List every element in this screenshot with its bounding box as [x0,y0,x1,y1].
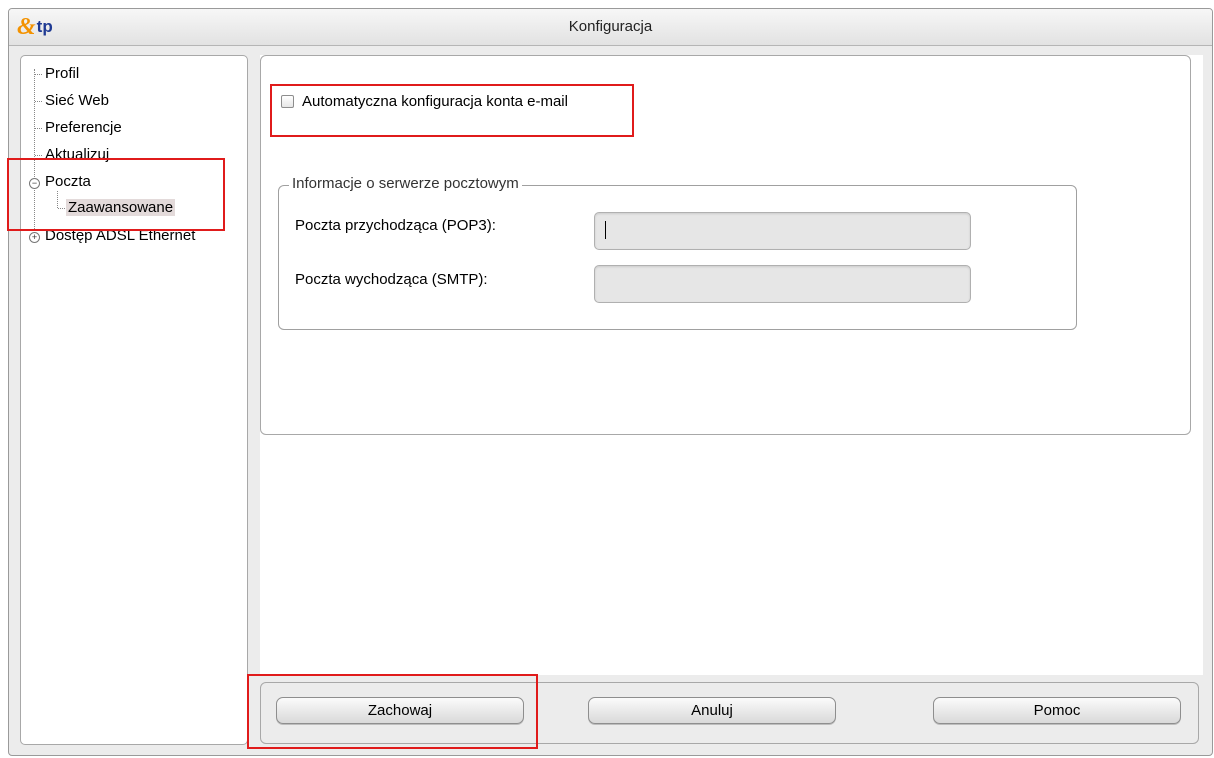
auto-config-label: Automatyczna konfiguracja konta e-mail [302,93,568,110]
main-content: Automatyczna konfiguracja konta e-mail I… [260,55,1203,675]
tree-connector [57,191,58,208]
tree-connector [58,208,65,209]
outgoing-server-field[interactable] [594,265,971,303]
sidebar-item-poczta[interactable]: Poczta [45,173,91,190]
sidebar-item-aktualizuj[interactable]: Aktualizuj [45,146,109,163]
mail-server-group: Informacje o serwerze pocztowym Poczta p… [278,175,1077,330]
help-button[interactable]: Pomoc [933,697,1181,724]
expand-icon[interactable]: + [29,232,40,243]
sidebar-tree: Profil Sieć Web Preferencje Aktualizuj −… [20,55,248,745]
auto-config-row[interactable]: Automatyczna konfiguracja konta e-mail [281,93,568,110]
tree-connector [35,101,42,102]
title-bar: & tp Konfiguracja [9,9,1212,46]
sidebar-item-preferencje[interactable]: Preferencje [45,119,122,136]
sidebar-item-zaawansowane[interactable]: Zaawansowane [66,199,176,216]
save-button[interactable]: Zachowaj [276,697,524,724]
config-window: & tp Konfiguracja Profil Sieć Web Prefer… [8,8,1213,756]
window-title: Konfiguracja [568,18,653,35]
tree-connector [34,69,35,239]
sidebar-item-profil[interactable]: Profil [45,65,79,82]
sidebar-item-siec-web[interactable]: Sieć Web [45,92,109,109]
tree-connector [35,74,42,75]
group-title: Informacje o serwerze pocztowym [289,175,522,192]
incoming-server-field[interactable] [594,212,971,250]
button-bar: Zachowaj Anuluj Pomoc [260,682,1199,744]
text-caret [605,221,606,239]
sidebar-item-dostep-adsl[interactable]: Dostęp ADSL Ethernet [45,227,195,244]
tree-connector [35,155,42,156]
settings-panel: Automatyczna konfiguracja konta e-mail I… [260,55,1191,435]
incoming-label: Poczta przychodząca (POP3): [295,217,496,234]
auto-config-checkbox[interactable] [281,95,294,108]
outgoing-label: Poczta wychodząca (SMTP): [295,271,488,288]
cancel-button[interactable]: Anuluj [588,697,836,724]
tree-connector [35,128,42,129]
collapse-icon[interactable]: − [29,178,40,189]
